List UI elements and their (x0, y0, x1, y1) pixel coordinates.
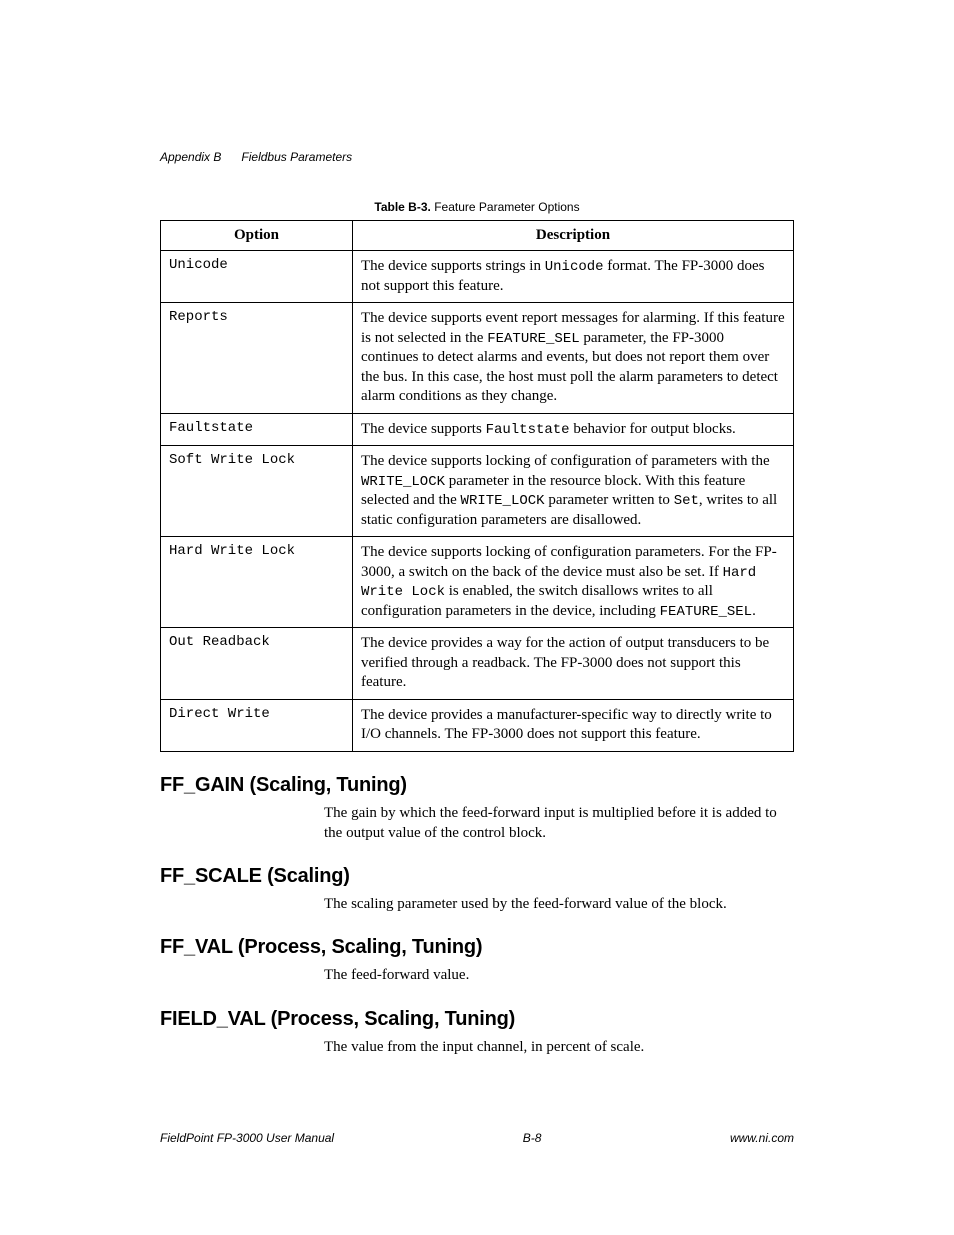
section-body: The scaling parameter used by the feed-f… (324, 894, 794, 914)
description-cell: The device provides a way for the action… (353, 628, 794, 700)
table-row: Out ReadbackThe device provides a way fo… (161, 628, 794, 700)
mono-text: FEATURE_SEL (487, 331, 579, 347)
mono-text: FEATURE_SEL (660, 604, 752, 620)
option-cell: Reports (161, 303, 353, 414)
option-cell: Soft Write Lock (161, 446, 353, 537)
description-cell: The device supports locking of configura… (353, 446, 794, 537)
footer-page-number: B-8 (523, 1131, 542, 1145)
description-cell: The device supports event report message… (353, 303, 794, 414)
table-row: Direct WriteThe device provides a manufa… (161, 699, 794, 751)
section-heading: FF_GAIN (Scaling, Tuning) (160, 774, 794, 797)
feature-parameter-table: Option Description UnicodeThe device sup… (160, 220, 794, 752)
desc-text: The device supports locking of configura… (361, 453, 770, 469)
desc-text: The device supports strings in (361, 258, 545, 274)
section-heading: FIELD_VAL (Process, Scaling, Tuning) (160, 1008, 794, 1031)
column-header-option: Option (161, 221, 353, 251)
running-header: Appendix B Fieldbus Parameters (160, 150, 352, 164)
table-row: UnicodeThe device supports strings in Un… (161, 251, 794, 303)
footer-manual-title: FieldPoint FP-3000 User Manual (160, 1131, 334, 1145)
table-row: Hard Write LockThe device supports locki… (161, 537, 794, 628)
description-cell: The device supports locking of configura… (353, 537, 794, 628)
mono-text: Unicode (545, 259, 604, 275)
desc-text: The device provides a manufacturer-speci… (361, 707, 772, 743)
section-heading: FF_SCALE (Scaling) (160, 865, 794, 888)
option-cell: Hard Write Lock (161, 537, 353, 628)
section-heading: FF_VAL (Process, Scaling, Tuning) (160, 936, 794, 959)
page-footer: FieldPoint FP-3000 User Manual B-8 www.n… (160, 1131, 794, 1145)
mono-text: WRITE_LOCK (361, 474, 445, 490)
table-row: Soft Write Lock The device supports locki… (161, 446, 794, 537)
option-cell: Out Readback (161, 628, 353, 700)
description-cell: The device supports Faultstate behavior … (353, 413, 794, 446)
mono-text: WRITE_LOCK (461, 493, 545, 509)
table-number: Table B-3. (374, 200, 430, 214)
section-body: The feed-forward value. (324, 965, 794, 985)
description-cell: The device provides a manufacturer-speci… (353, 699, 794, 751)
desc-text: behavior for output blocks. (570, 421, 736, 437)
desc-text: The device provides a way for the action… (361, 635, 769, 690)
footer-url: www.ni.com (730, 1131, 794, 1145)
desc-text: The device supports locking of configura… (361, 544, 777, 580)
desc-text: The device supports (361, 421, 486, 437)
table-title: Feature Parameter Options (434, 200, 579, 214)
table-caption: Table B-3. Feature Parameter Options (160, 200, 794, 214)
desc-text: . (752, 603, 756, 619)
mono-text: Faultstate (486, 422, 570, 438)
desc-text: parameter written to (545, 492, 674, 508)
option-cell: Direct Write (161, 699, 353, 751)
mono-text: Set (674, 493, 699, 509)
section-body: The value from the input channel, in per… (324, 1037, 794, 1057)
table-row: ReportsThe device supports event report … (161, 303, 794, 414)
table-row: FaultstateThe device supports Faultstate… (161, 413, 794, 446)
appendix-label: Appendix B (160, 150, 221, 164)
option-cell: Faultstate (161, 413, 353, 446)
section-body: The gain by which the feed-forward input… (324, 803, 794, 844)
header-title: Fieldbus Parameters (241, 150, 352, 164)
option-cell: Unicode (161, 251, 353, 303)
description-cell: The device supports strings in Unicode f… (353, 251, 794, 303)
column-header-description: Description (353, 221, 794, 251)
